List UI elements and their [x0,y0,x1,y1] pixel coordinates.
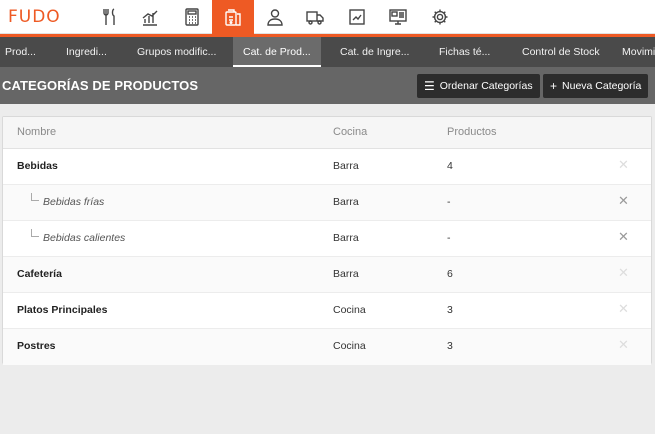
category-name: Platos Principales [17,304,108,316]
utensils-icon[interactable] [90,0,130,34]
column-products: Productos [447,126,497,138]
category-products: 4 [447,160,453,172]
subcategory-connector [31,193,39,201]
section-tabs: Prod... Ingredi... Grupos modific... Cat… [0,37,655,67]
table-row[interactable]: Postres Cocina 3 ✕ [3,329,651,365]
category-products: - [447,196,451,208]
tab-ingredients[interactable]: Ingredi... [66,37,107,67]
category-name: Bebidas frías [43,196,105,208]
category-name: Cafetería [17,268,62,280]
categories-table: Nombre Cocina Productos Bebidas Barra 4 … [2,116,652,365]
category-products: 3 [447,340,453,352]
table-row[interactable]: Bebidas frías Barra - ✕ [3,185,651,221]
category-kitchen: Cocina [333,304,366,316]
report-icon[interactable] [337,0,377,34]
user-icon[interactable] [255,0,295,34]
delete-icon[interactable]: ✕ [618,302,629,316]
calculator-icon[interactable] [172,0,212,34]
page-header: CATEGORÍAS DE PRODUCTOS ☰ Ordenar Catego… [0,67,655,104]
table-row[interactable]: Platos Principales Cocina 3 ✕ [3,293,651,329]
products-icon[interactable] [212,0,254,34]
list-icon: ☰ [424,79,435,93]
tab-ingredient-categories[interactable]: Cat. de Ingre... [340,37,409,67]
new-category-label: Nueva Categoría [562,80,642,92]
logo-text: FUDO [8,7,61,27]
new-category-button[interactable]: + Nueva Categoría [543,74,649,98]
delete-icon[interactable]: ✕ [618,194,629,208]
category-products: - [447,232,451,244]
category-name: Bebidas [17,160,58,172]
category-name: Bebidas calientes [43,232,126,244]
tab-modifier-groups[interactable]: Grupos modific... [137,37,216,67]
gear-icon[interactable] [420,0,460,34]
table-row[interactable]: Bebidas calientes Barra - ✕ [3,221,651,257]
category-kitchen: Barra [333,160,359,172]
category-products: 6 [447,268,453,280]
category-kitchen: Cocina [333,340,366,352]
delete-icon[interactable]: ✕ [618,266,629,280]
table-row[interactable]: Bebidas Barra 4 ✕ [3,149,651,185]
category-kitchen: Barra [333,196,359,208]
column-kitchen: Cocina [333,126,368,138]
category-products: 3 [447,304,453,316]
top-nav: FUDO [0,0,655,34]
category-name: Postres [17,340,56,352]
tab-movements[interactable]: Movimi [622,37,655,67]
delete-icon[interactable]: ✕ [618,230,629,244]
table-header: Nombre Cocina Productos [3,117,651,149]
monitor-icon[interactable] [378,0,418,34]
plus-icon: + [550,79,558,93]
delete-icon[interactable]: ✕ [618,338,629,352]
order-categories-button[interactable]: ☰ Ordenar Categorías [417,74,540,98]
tab-product-categories[interactable]: Cat. de Prod... [233,37,321,67]
tab-technical-sheets[interactable]: Fichas té... [439,37,490,67]
category-kitchen: Barra [333,232,359,244]
delete-icon[interactable]: ✕ [618,158,629,172]
page-title: CATEGORÍAS DE PRODUCTOS [2,78,199,93]
column-name: Nombre [17,126,57,138]
bar-chart-icon[interactable] [130,0,170,34]
table-row[interactable]: Cafetería Barra 6 ✕ [3,257,651,293]
truck-icon[interactable] [295,0,335,34]
tab-products[interactable]: Prod... [5,37,36,67]
tab-stock-control[interactable]: Control de Stock [522,37,600,67]
subcategory-connector [31,229,39,237]
category-kitchen: Barra [333,268,359,280]
fudo-logo[interactable]: FUDO [8,6,61,28]
order-categories-label: Ordenar Categorías [439,80,533,92]
